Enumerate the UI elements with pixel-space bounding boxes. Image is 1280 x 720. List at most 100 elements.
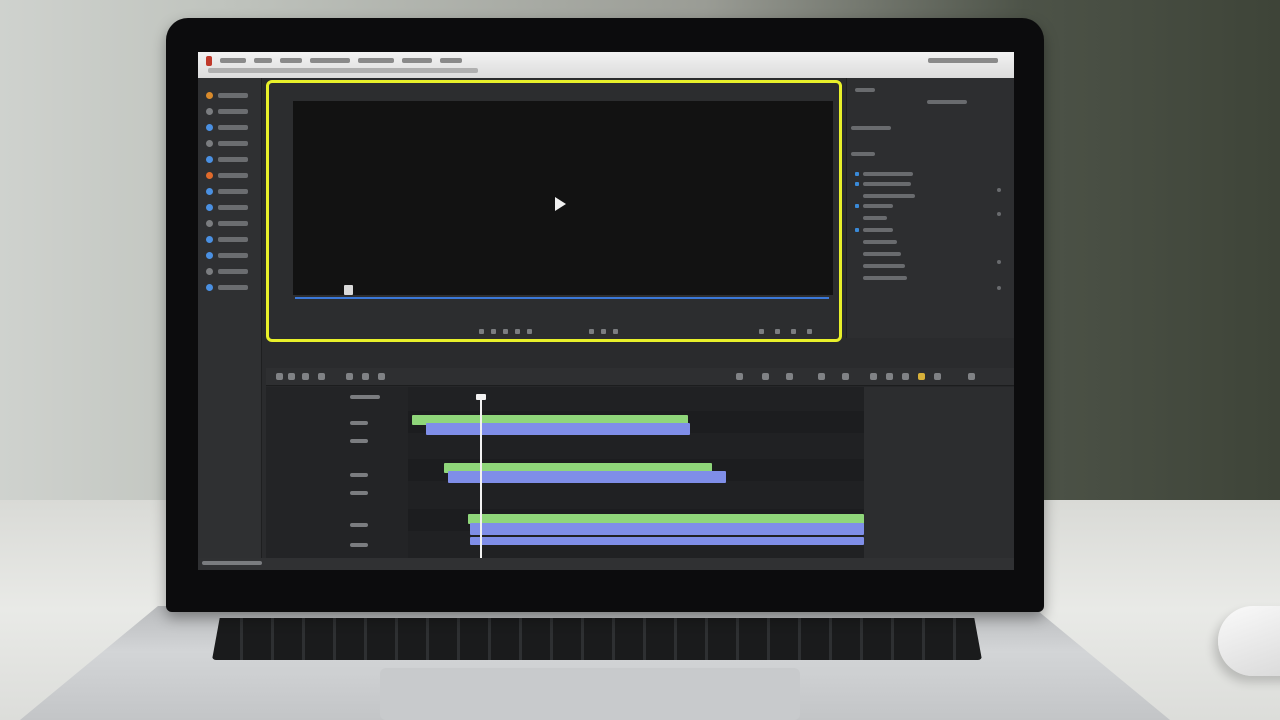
scrub-handle[interactable] (343, 285, 353, 295)
wrench-icon[interactable] (759, 329, 764, 334)
track-headers (266, 387, 408, 559)
panel-tab[interactable] (855, 88, 875, 92)
effect-item[interactable] (863, 172, 913, 176)
audio-icon[interactable] (886, 373, 893, 380)
panel-heading (851, 126, 891, 130)
marker-icon[interactable] (818, 373, 825, 380)
export-frame-icon[interactable] (613, 329, 618, 334)
effect-item[interactable] (863, 264, 905, 268)
tracks-area[interactable] (408, 387, 864, 559)
wrench-icon[interactable] (842, 373, 849, 380)
link-icon[interactable] (786, 373, 793, 380)
effect-item[interactable] (863, 228, 893, 232)
scroll-indicator[interactable] (997, 260, 1001, 264)
effect-checkbox[interactable] (855, 182, 859, 186)
menu-item-sequence[interactable] (310, 58, 350, 63)
mouse-device (1218, 606, 1280, 676)
laptop-screen (198, 52, 1014, 570)
menu-item-help[interactable] (440, 58, 462, 63)
step-back-icon[interactable] (479, 329, 484, 334)
audio-clip[interactable] (448, 471, 726, 483)
effect-checkbox[interactable] (855, 172, 859, 176)
clip-icon (206, 108, 213, 115)
project-item-label (218, 189, 248, 194)
selection-tool-icon[interactable] (276, 373, 283, 380)
rewind-icon[interactable] (491, 329, 496, 334)
audio-clip[interactable] (470, 537, 864, 545)
settings-icon[interactable] (934, 373, 941, 380)
track-header-label[interactable] (350, 395, 380, 399)
play-small-icon[interactable] (503, 329, 508, 334)
project-item-label (218, 205, 248, 210)
hand-tool-icon[interactable] (378, 373, 385, 380)
audio-clip[interactable] (470, 523, 864, 535)
project-item-label (218, 253, 248, 258)
scroll-indicator[interactable] (997, 286, 1001, 290)
track-header-label[interactable] (350, 543, 368, 547)
audio-clip[interactable] (426, 423, 690, 435)
menu-item-window[interactable] (402, 58, 432, 63)
transport-controls (289, 329, 829, 337)
apple-icon[interactable] (206, 56, 212, 66)
effect-item[interactable] (863, 216, 887, 220)
track-header-label[interactable] (350, 523, 368, 527)
program-monitor (266, 80, 842, 342)
clip-icon (206, 172, 213, 179)
effect-item[interactable] (863, 204, 893, 208)
export-icon[interactable] (968, 373, 975, 380)
snap-icon[interactable] (762, 373, 769, 380)
effect-item[interactable] (863, 276, 907, 280)
project-item-label (218, 237, 248, 242)
menu-item-file[interactable] (220, 58, 246, 63)
panel-tab[interactable] (927, 100, 967, 104)
menu-item-edit[interactable] (254, 58, 272, 63)
play-icon[interactable] (555, 197, 566, 211)
project-item-label (218, 157, 248, 162)
ripple-edit-icon[interactable] (302, 373, 309, 380)
timeline-side-panel (864, 387, 1014, 559)
clip-icon (206, 156, 213, 163)
razor-tool-icon[interactable] (318, 373, 325, 380)
scroll-indicator[interactable] (997, 188, 1001, 192)
track-header-label[interactable] (350, 421, 368, 425)
step-forward-icon[interactable] (527, 329, 532, 334)
quality-icon[interactable] (791, 329, 796, 334)
fit-icon[interactable] (775, 329, 780, 334)
effect-checkbox[interactable] (855, 204, 859, 208)
forward-icon[interactable] (515, 329, 520, 334)
fullscreen-icon[interactable] (807, 329, 812, 334)
toolbar-strip (208, 68, 478, 73)
scroll-indicator[interactable] (997, 212, 1001, 216)
effect-checkbox[interactable] (855, 228, 859, 232)
track-header-label[interactable] (350, 473, 368, 477)
status-icons (928, 58, 998, 63)
effect-item[interactable] (863, 182, 911, 186)
settings-icon[interactable] (601, 329, 606, 334)
effect-item[interactable] (863, 252, 901, 256)
menu-item-markers[interactable] (358, 58, 394, 63)
slip-tool-icon[interactable] (346, 373, 353, 380)
effect-item[interactable] (863, 240, 897, 244)
playhead[interactable] (480, 394, 482, 562)
project-item-label (218, 173, 248, 178)
track-header-label[interactable] (350, 491, 368, 495)
loop-icon[interactable] (589, 329, 594, 334)
pen-tool-icon[interactable] (362, 373, 369, 380)
layout-icon[interactable] (870, 373, 877, 380)
video-preview[interactable] (293, 101, 833, 295)
project-item-label (218, 125, 248, 130)
project-item-label (218, 141, 248, 146)
timeline-toolbar (266, 368, 1014, 386)
track-header-label[interactable] (350, 439, 368, 443)
folder-icon (206, 92, 213, 99)
project-item-label (218, 269, 248, 274)
clip-icon (206, 204, 213, 211)
track-select-icon[interactable] (288, 373, 295, 380)
panel-heading (851, 152, 875, 156)
render-icon[interactable] (918, 373, 925, 380)
zoom-tool-icon[interactable] (736, 373, 743, 380)
video-icon[interactable] (902, 373, 909, 380)
menu-item-clip[interactable] (280, 58, 302, 63)
scrub-bar[interactable] (295, 297, 829, 299)
effect-item[interactable] (863, 194, 915, 198)
